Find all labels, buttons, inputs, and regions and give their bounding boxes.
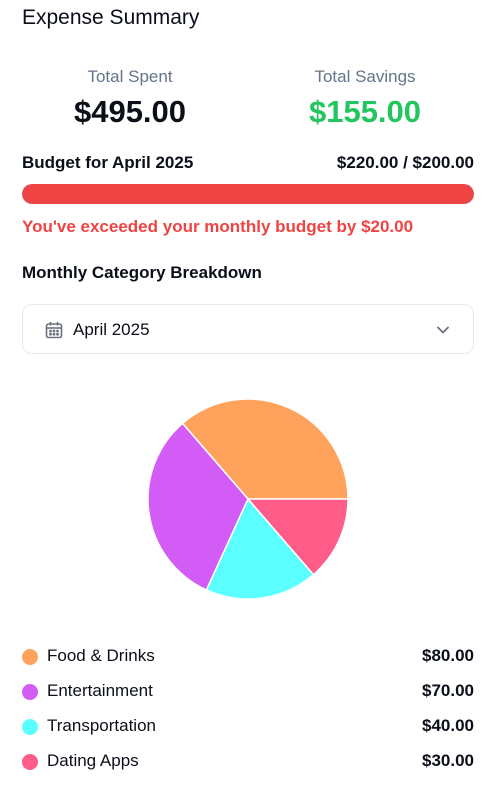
legend-category-value: $70.00 [422,681,474,700]
budget-amount: $220.00 / $200.00 [336,153,474,172]
budget-row: Budget for April 2025 $220.00 / $200.00 [22,153,474,173]
legend-item: Dating Apps $30.00 [22,750,474,785]
legend-category-value: $40.00 [422,716,474,735]
legend-color-dot [22,684,38,700]
legend-category-value: $80.00 [422,646,474,665]
budget-warning: You've exceeded your monthly budget by $… [22,217,414,236]
budget-progress-bar [22,184,474,204]
legend-category-value: $30.00 [422,751,474,770]
pie-chart-svg [147,398,349,600]
legend-category-name: Food & Drinks [47,646,155,665]
legend-category-name: Transportation [47,716,156,735]
total-spent-value: $495.00 [73,94,187,129]
month-select[interactable]: April 2025 [22,304,474,354]
calendar-icon [44,320,64,340]
legend-item: Food & Drinks $80.00 [22,645,474,680]
page-title: Expense Summary [22,6,200,29]
total-spent-label: Total Spent [87,67,173,86]
legend-color-dot [22,719,38,735]
stats-row: Total Spent $495.00 Total Savings $155.0… [0,66,499,136]
category-breakdown-title: Monthly Category Breakdown [22,263,262,282]
legend-color-dot [22,649,38,665]
budget-label: Budget for April 2025 [22,153,194,172]
total-savings-stat: Total Savings $155.00 [265,66,465,132]
chevron-down-icon [435,322,451,338]
legend-category-name: Entertainment [47,681,153,700]
legend-item: Entertainment $70.00 [22,680,474,715]
total-spent-stat: Total Spent $495.00 [30,66,230,132]
budget-progress-fill [22,184,474,204]
category-legend: Food & Drinks $80.00 Entertainment $70.00 Tr… [22,645,474,785]
legend-item: Transportation $40.00 [22,715,474,750]
expense-summary-screen: Expense Summary Total Spent $495.00 Tota… [0,0,499,799]
selected-month: April 2025 [73,320,150,339]
total-savings-label: Total Savings [314,67,416,86]
category-pie-chart [147,398,349,600]
legend-color-dot [22,754,38,770]
total-savings-value: $155.00 [308,94,422,129]
legend-category-name: Dating Apps [47,751,139,770]
